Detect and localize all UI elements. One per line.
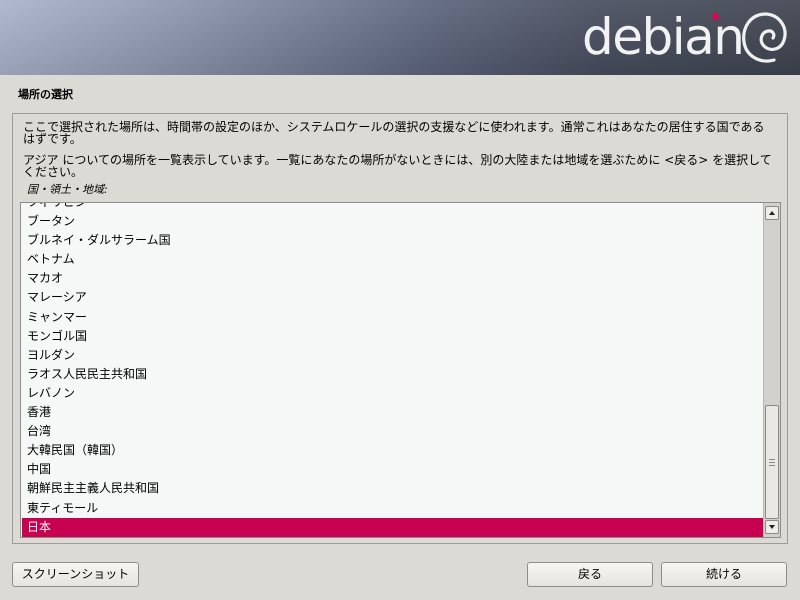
country-list-item[interactable]: ヨルダン (22, 346, 763, 365)
country-listbox[interactable]: フィリピン ブータン ブルネイ・ダルサラーム国 ベトナム マカオ マレーシア ミャンマー モン… (20, 202, 781, 538)
scroll-down-button[interactable] (765, 520, 779, 534)
country-list-item[interactable]: モンゴル国 (22, 327, 763, 346)
country-list-item[interactable]: 香港 (22, 403, 763, 422)
country-list-item[interactable]: 中国 (22, 460, 763, 479)
chevron-down-icon (769, 525, 775, 529)
country-list-item[interactable]: 大韓民国（韓国） (22, 441, 763, 460)
country-list-item[interactable]: マレーシア (22, 288, 763, 307)
country-list-item[interactable]: 日本 (22, 517, 763, 537)
debian-banner: debian (0, 0, 800, 75)
continue-button[interactable]: 続ける (661, 562, 787, 587)
country-list-item[interactable]: ブルネイ・ダルサラーム国 (22, 231, 763, 250)
country-list-item[interactable]: マカオ (22, 269, 763, 288)
screenshot-button[interactable]: スクリーンショット (12, 562, 139, 587)
country-list-item[interactable]: ラオス人民民主共和国 (22, 365, 763, 384)
debian-logo-text: debian (582, 8, 745, 66)
country-list-item[interactable]: 東ティモール (22, 499, 763, 518)
debian-swirl-icon (742, 12, 787, 63)
list-label: 国・領土・地域: (27, 183, 108, 196)
description-text: ここで選択された場所は、時間帯の設定のほか、システムロケールの選択の支援などに使… (23, 120, 765, 146)
country-list-item[interactable]: ブータン (22, 212, 763, 231)
country-list: フィリピン ブータン ブルネイ・ダルサラーム国 ベトナム マカオ マレーシア ミャンマー モン… (22, 203, 763, 537)
country-list-item[interactable]: 朝鮮民主主義人民共和国 (22, 479, 763, 498)
scrollbar-thumb[interactable] (765, 405, 779, 519)
back-button[interactable]: 戻る (527, 562, 653, 587)
list-scrollbar[interactable] (763, 203, 780, 537)
instruction-text: アジア についての場所を一覧表示しています。一覧にあなたの場所がないときには、別… (23, 153, 772, 179)
country-list-item[interactable]: レバノン (22, 384, 763, 403)
debian-logo-dot (712, 13, 719, 20)
page-title: 場所の選択 (18, 88, 73, 101)
country-list-item[interactable]: ミャンマー (22, 308, 763, 327)
country-list-item[interactable]: ベトナム (22, 250, 763, 269)
scroll-up-button[interactable] (765, 206, 779, 220)
country-list-item[interactable]: フィリピン (22, 203, 763, 212)
chevron-up-icon (769, 211, 775, 215)
content-panel: ここで選択された場所は、時間帯の設定のほか、システムロケールの選択の支援などに使… (12, 113, 788, 544)
country-list-item[interactable]: 台湾 (22, 422, 763, 441)
grip-icon (769, 459, 775, 466)
